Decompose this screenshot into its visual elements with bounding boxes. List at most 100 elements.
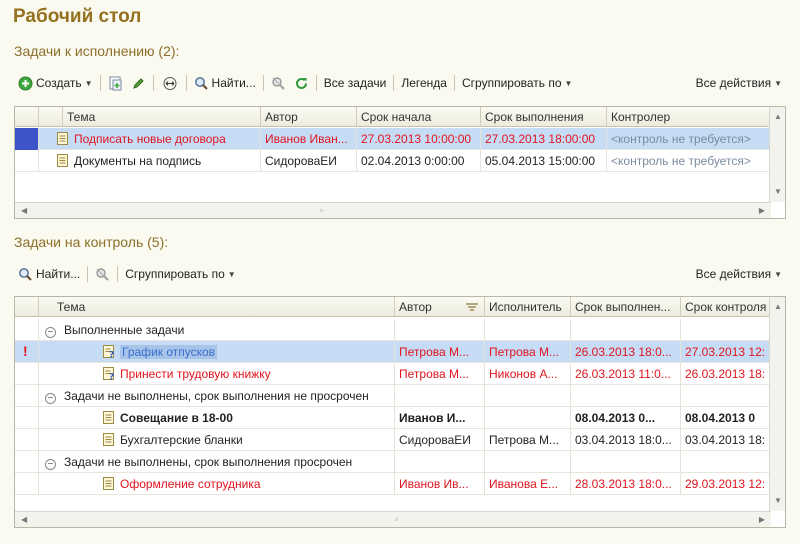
table-row[interactable]: ! ? График отпусков Петрова М... Петрова …: [15, 341, 771, 363]
find-label: Найти...: [211, 76, 256, 90]
header-due[interactable]: Срок выполнен...: [571, 297, 681, 317]
row-control-date: 27.03.2013 12:: [681, 341, 771, 363]
row-theme: Принести трудовую книжку: [120, 367, 271, 381]
scroll-right-icon[interactable]: ▶: [759, 205, 765, 217]
chevron-down-icon: ▼: [227, 269, 236, 279]
toolbar-separator: [87, 266, 89, 282]
table-row[interactable]: Подписать новые договора Иванов Иван... …: [15, 128, 771, 150]
row-control-date: 29.03.2013 12:: [681, 473, 771, 495]
all-actions-button[interactable]: Все действия ▼: [692, 263, 786, 285]
row-author: Петрова М...: [395, 363, 485, 385]
header-theme[interactable]: Тема: [63, 107, 261, 127]
group-label: Выполненные задачи: [64, 323, 185, 337]
scroll-up-icon[interactable]: ▲: [774, 111, 782, 123]
header-marker: [15, 107, 39, 127]
create-label: Создать: [36, 76, 82, 90]
collapse-icon[interactable]: −: [45, 327, 56, 338]
toolbar-tasks-to-execute: Создать ▼ Найти... Все задачи Легенда Сг…: [14, 71, 786, 95]
table-row[interactable]: Совещание в 18-00 Иванов И... 08.04.2013…: [15, 407, 771, 429]
table-row[interactable]: Бухгалтерские бланки СидороваЕИ Петрова …: [15, 429, 771, 451]
expand-button[interactable]: [157, 72, 183, 94]
table-row[interactable]: Оформление сотрудника Иванов Ив... Ивано…: [15, 473, 771, 495]
header-executor[interactable]: Исполнитель: [485, 297, 571, 317]
header-author[interactable]: Автор: [261, 107, 357, 127]
header-control-date[interactable]: Срок контроля: [681, 297, 771, 317]
all-actions-label: Все действия: [695, 76, 772, 90]
collapse-icon[interactable]: −: [45, 459, 56, 470]
priority-icon: !: [23, 343, 28, 359]
header-controller[interactable]: Контролер: [607, 107, 771, 127]
all-tasks-button[interactable]: Все задачи: [320, 72, 391, 94]
vertical-scrollbar[interactable]: ▲ ▼: [769, 107, 785, 202]
find-button[interactable]: Найти...: [14, 263, 84, 285]
header-marker: [15, 297, 39, 317]
scroll-thumb-grip[interactable]: ▫: [395, 514, 398, 524]
scroll-up-icon[interactable]: ▲: [774, 301, 782, 313]
sort-icon: [466, 303, 478, 311]
row-start: 27.03.2013 10:00:00: [357, 128, 481, 150]
chevron-down-icon: ▼: [84, 78, 93, 88]
row-executor: [485, 407, 571, 429]
scroll-down-icon[interactable]: ▼: [774, 186, 782, 198]
legend-button[interactable]: Легенда: [397, 72, 451, 94]
row-author: СидороваЕИ: [395, 429, 485, 451]
row-marker: [15, 128, 39, 150]
header-author[interactable]: Автор: [395, 297, 485, 317]
header-start[interactable]: Срок начала: [357, 107, 481, 127]
horizontal-scrollbar[interactable]: ◀ ▫ ▶: [15, 202, 771, 218]
row-theme: Оформление сотрудника: [120, 477, 261, 491]
chevron-down-icon: ▼: [774, 78, 782, 88]
scroll-right-icon[interactable]: ▶: [759, 514, 765, 526]
group-row[interactable]: − Задачи не выполнены, срок выполнения пр…: [15, 451, 771, 473]
cancel-search-button[interactable]: [267, 72, 290, 94]
scroll-thumb-grip[interactable]: ▫: [320, 205, 323, 215]
svg-text:?: ?: [109, 373, 114, 381]
row-marker: [15, 385, 39, 407]
all-actions-label: Все действия: [695, 267, 772, 281]
horizontal-scrollbar[interactable]: ◀ ▫ ▶: [15, 511, 771, 527]
toolbar-separator: [315, 75, 317, 91]
header-author-label: Автор: [399, 300, 432, 314]
row-author: Петрова М...: [395, 341, 485, 363]
group-by-button[interactable]: Сгруппировать по ▼: [121, 263, 239, 285]
row-due: 03.04.2013 18:0...: [571, 429, 681, 451]
all-actions-button[interactable]: Все действия ▼: [692, 72, 786, 94]
collapse-icon[interactable]: −: [45, 393, 56, 404]
row-marker: [15, 473, 39, 495]
row-due: 26.03.2013 11:0...: [571, 363, 681, 385]
cancel-search-icon: [96, 267, 109, 281]
toolbar-separator: [152, 75, 154, 91]
group-row[interactable]: − Выполненные задачи: [15, 319, 771, 341]
row-marker: [15, 451, 39, 473]
row-author: СидороваЕИ: [261, 150, 357, 172]
vertical-scrollbar[interactable]: ▲ ▼: [769, 297, 785, 511]
row-marker: [15, 429, 39, 451]
row-author: Иванов И...: [395, 407, 485, 429]
row-marker: [15, 363, 39, 385]
refresh-button[interactable]: [290, 72, 313, 94]
row-control-date: 26.03.2013 18:: [681, 363, 771, 385]
row-start: 02.04.2013 0:00:00: [357, 150, 481, 172]
scroll-left-icon[interactable]: ◀: [21, 514, 27, 526]
copy-button[interactable]: [104, 72, 127, 94]
table-row[interactable]: ? Принести трудовую книжку Петрова М... Н…: [15, 363, 771, 385]
group-row[interactable]: − Задачи не выполнены, срок выполнения не…: [15, 385, 771, 407]
table-row[interactable]: Документы на подпись СидороваЕИ 02.04.20…: [15, 150, 771, 172]
chevron-down-icon: ▼: [564, 78, 573, 88]
scroll-left-icon[interactable]: ◀: [21, 205, 27, 217]
cancel-search-button[interactable]: [91, 263, 114, 285]
row-control-date: 08.04.2013 0: [681, 407, 771, 429]
group-by-label: Сгруппировать по: [461, 76, 562, 90]
toolbar-separator: [393, 75, 395, 91]
find-button[interactable]: Найти...: [190, 72, 260, 94]
scroll-down-icon[interactable]: ▼: [774, 495, 782, 507]
row-marker: [15, 407, 39, 429]
group-label: Задачи не выполнены, срок выполнения про…: [64, 455, 353, 469]
row-due: 28.03.2013 18:0...: [571, 473, 681, 495]
group-by-button[interactable]: Сгруппировать по ▼: [458, 72, 576, 94]
table-header: Тема Автор Срок начала Срок выполнения К…: [15, 107, 785, 127]
edit-button[interactable]: [127, 72, 150, 94]
header-theme[interactable]: Тема: [39, 297, 395, 317]
create-button[interactable]: Создать ▼: [14, 72, 97, 94]
header-due[interactable]: Срок выполнения: [481, 107, 607, 127]
